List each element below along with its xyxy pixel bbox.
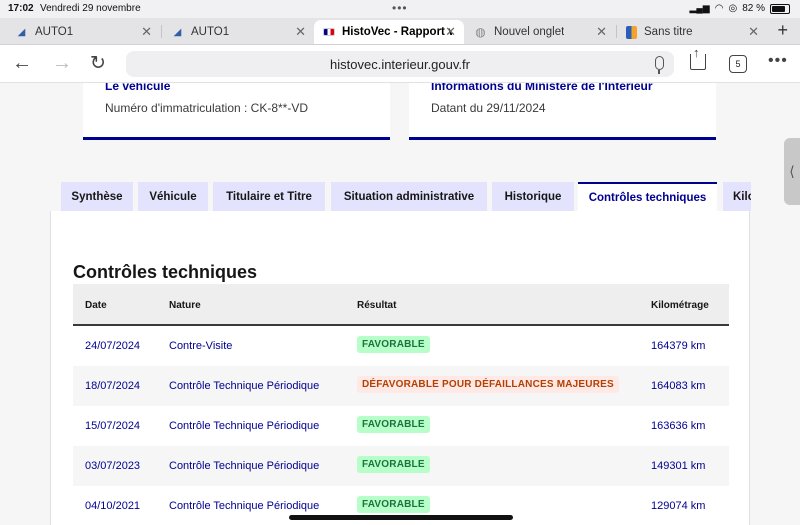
- ministry-date: Datant du 29/11/2024: [431, 101, 546, 115]
- row-mileage: 129074 km: [651, 500, 706, 512]
- reload-icon[interactable]: ↻: [90, 52, 106, 75]
- vehicle-card-heading: Le véhicule: [105, 83, 171, 93]
- back-arrow-icon[interactable]: ←: [12, 52, 32, 75]
- browser-tab-histovec[interactable]: HistoVec - Rapport ve ✕: [314, 20, 464, 44]
- row-nature: Contrôle Technique Périodique: [169, 420, 320, 432]
- new-tab-plus-icon[interactable]: +: [777, 20, 788, 41]
- doc-favicon: [626, 25, 637, 39]
- row-nature: Contrôle Technique Périodique: [169, 380, 320, 392]
- tab-historique[interactable]: Historique: [492, 182, 574, 211]
- close-tab-icon[interactable]: ✕: [295, 24, 306, 40]
- tab-controles-techniques[interactable]: Contrôles techniques: [578, 182, 717, 212]
- table-body: 24/07/2024 Contre-Visite FAVORABLE 16437…: [73, 326, 729, 525]
- multitasking-dots-icon[interactable]: •••: [392, 1, 408, 15]
- row-mileage: 164083 km: [651, 380, 706, 392]
- browser-tab-new[interactable]: ◍ Nouvel onglet ✕: [465, 20, 615, 44]
- result-badge: FAVORABLE: [357, 416, 430, 433]
- table-row: 24/07/2024 Contre-Visite FAVORABLE 16437…: [73, 326, 729, 366]
- microphone-icon[interactable]: [655, 56, 664, 74]
- row-mileage: 164379 km: [651, 340, 706, 352]
- technical-controls-panel: Contrôles techniques Date Nature Résulta…: [50, 211, 750, 525]
- section-title: Contrôles techniques: [73, 262, 258, 282]
- battery-percent: 82 %: [742, 3, 765, 14]
- tab-situation-administrative[interactable]: Situation administrative: [331, 182, 487, 211]
- web-page: Le véhicule Numéro d'immatriculation : C…: [0, 83, 800, 525]
- auto1-favicon: ◢: [17, 26, 26, 38]
- header-nature: Nature: [169, 300, 201, 311]
- ministry-info-card: Informations du Ministère de l'Intérieur…: [409, 83, 716, 140]
- ministry-card-heading: Informations du Ministère de l'Intérieur: [431, 83, 653, 93]
- close-tab-icon[interactable]: ✕: [141, 24, 152, 40]
- header-mileage: Kilométrage: [651, 300, 709, 311]
- table-header: Date Nature Résultat Kilométrage: [73, 284, 729, 326]
- browser-tab-title: Nouvel onglet: [494, 26, 565, 38]
- status-time: 17:02: [8, 3, 34, 14]
- report-tabs: Synthèse Véhicule Titulaire et Titre Sit…: [61, 182, 751, 212]
- row-date: 24/07/2024: [85, 340, 141, 352]
- browser-tab-auto1-2[interactable]: ◢ AUTO1 ✕: [162, 20, 314, 44]
- row-date: 18/07/2024: [85, 380, 141, 392]
- browser-tab-auto1[interactable]: ◢ AUTO1 ✕: [6, 20, 160, 44]
- wifi-icon: ◠: [714, 3, 724, 14]
- browser-tab-title: AUTO1: [35, 26, 74, 38]
- more-options-icon[interactable]: •••: [768, 52, 788, 70]
- vehicle-info-card: Le véhicule Numéro d'immatriculation : C…: [83, 83, 390, 140]
- result-badge: DÉFAVORABLE POUR DÉFAILLANCES MAJEURES: [357, 376, 619, 393]
- row-nature: Contrôle Technique Périodique: [169, 500, 320, 512]
- row-date: 04/10/2021: [85, 500, 141, 512]
- french-flag-favicon: [323, 28, 335, 36]
- status-date: Vendredi 29 novembre: [40, 3, 141, 14]
- battery-icon: [770, 3, 790, 14]
- browser-tab-title: Sans titre: [644, 26, 693, 38]
- signal-icon: ▂▄▆: [689, 3, 710, 13]
- table-row: 03/07/2023 Contrôle Technique Périodique…: [73, 446, 729, 486]
- tab-count-button[interactable]: 5: [729, 55, 747, 73]
- status-bar: 17:02 Vendredi 29 novembre ••• ▂▄▆ ◠ ◎ 8…: [0, 0, 800, 18]
- result-badge: FAVORABLE: [357, 336, 430, 353]
- tab-vehicule[interactable]: Véhicule: [138, 182, 208, 211]
- row-nature: Contrôle Technique Périodique: [169, 460, 320, 472]
- browser-tab-title: HistoVec - Rapport ve: [342, 26, 452, 38]
- forward-arrow-icon[interactable]: →: [52, 52, 72, 75]
- address-bar[interactable]: histovec.interieur.gouv.fr: [126, 51, 674, 77]
- table-row: 15/07/2024 Contrôle Technique Périodique…: [73, 406, 729, 446]
- row-mileage: 149301 km: [651, 460, 706, 472]
- tab-kilometrage[interactable]: Kilo: [723, 182, 751, 211]
- alarm-icon: ◎: [728, 3, 738, 14]
- close-tab-icon[interactable]: ✕: [445, 24, 456, 40]
- auto1-favicon: ◢: [173, 26, 182, 38]
- technical-controls-table: Date Nature Résultat Kilométrage 24/07/2…: [73, 284, 729, 525]
- home-indicator[interactable]: [289, 515, 513, 520]
- globe-icon: ◍: [475, 25, 486, 39]
- close-tab-icon[interactable]: ✕: [596, 24, 607, 40]
- row-mileage: 163636 km: [651, 420, 706, 432]
- browser-toolbar: ← → ↻ histovec.interieur.gouv.fr 5 •••: [0, 45, 800, 83]
- result-badge: FAVORABLE: [357, 496, 430, 513]
- table-row: 18/07/2024 Contrôle Technique Périodique…: [73, 366, 729, 406]
- row-date: 15/07/2024: [85, 420, 141, 432]
- header-result: Résultat: [357, 300, 397, 311]
- registration-number: Numéro d'immatriculation : CK-8**-VD: [105, 101, 309, 115]
- browser-tab-untitled[interactable]: Sans titre ✕: [617, 20, 767, 44]
- tab-synthese[interactable]: Synthèse: [61, 182, 133, 211]
- row-nature: Contre-Visite: [169, 340, 233, 352]
- browser-tab-bar: ◢ AUTO1 ✕ ◢ AUTO1 ✕ HistoVec - Rapport v…: [0, 18, 800, 45]
- side-panel-handle-icon[interactable]: ⟨: [784, 138, 800, 205]
- row-date: 03/07/2023: [85, 460, 141, 472]
- url-text: histovec.interieur.gouv.fr: [330, 56, 470, 72]
- browser-tab-title: AUTO1: [191, 26, 230, 38]
- result-badge: FAVORABLE: [357, 456, 430, 473]
- header-date: Date: [85, 300, 107, 311]
- tab-titulaire[interactable]: Titulaire et Titre: [213, 182, 325, 211]
- close-tab-icon[interactable]: ✕: [748, 24, 759, 40]
- share-icon[interactable]: [690, 45, 706, 70]
